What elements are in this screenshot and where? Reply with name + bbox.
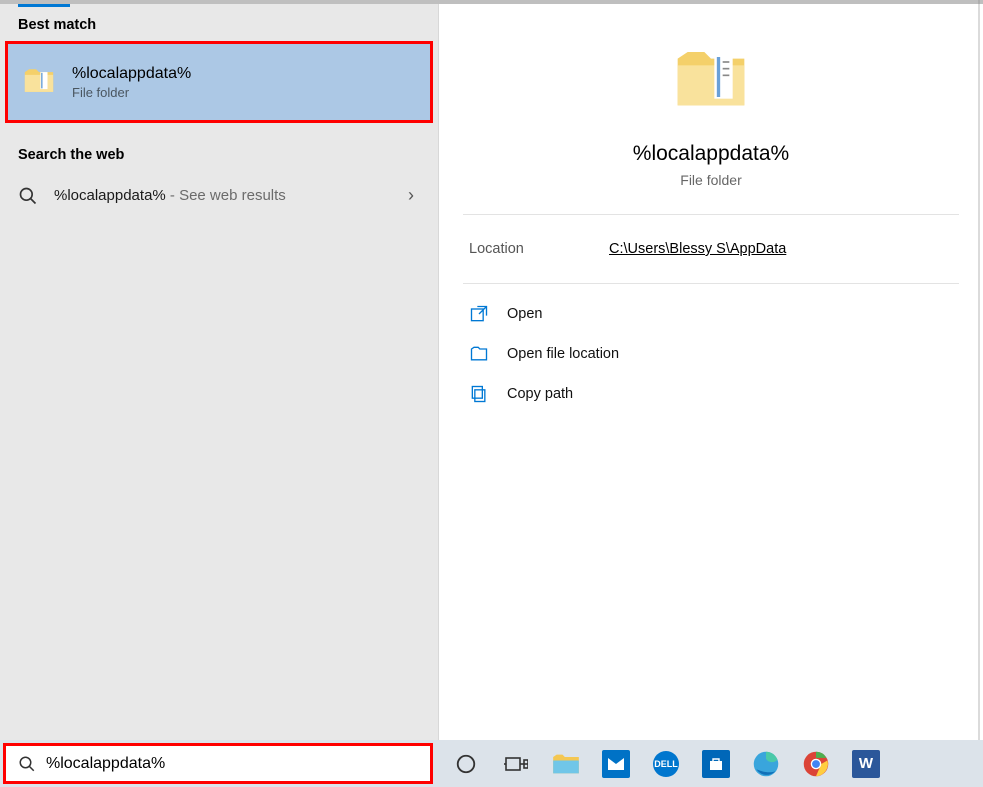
store-icon — [702, 750, 730, 778]
taskbar-apps: DELL W — [433, 740, 891, 787]
web-result-term: %localappdata% — [54, 187, 166, 204]
open-label: Open — [507, 306, 542, 322]
open-action[interactable]: Open — [469, 294, 953, 334]
best-match-title: %localappdata% — [72, 65, 191, 83]
folder-icon — [671, 42, 751, 122]
mail-icon — [602, 750, 630, 778]
open-icon — [469, 304, 489, 324]
chrome-icon — [802, 750, 830, 778]
preview-subtitle: File folder — [680, 172, 741, 188]
edge-icon — [752, 750, 780, 778]
search-icon — [18, 186, 38, 206]
web-result-suffix: - See web results — [166, 187, 286, 204]
dell-icon: DELL — [653, 751, 679, 777]
word-button[interactable]: W — [841, 740, 891, 787]
open-location-label: Open file location — [507, 346, 619, 362]
location-label: Location — [469, 241, 609, 257]
location-row: Location C:\Users\Blessy S\AppData — [439, 215, 983, 283]
dell-button[interactable]: DELL — [641, 740, 691, 787]
results-left-pane: Best match %localappdata% File folder Se… — [0, 4, 438, 740]
search-results-panel: Best match %localappdata% File folder Se… — [0, 0, 983, 740]
search-web-header: Search the web — [0, 137, 438, 171]
search-icon — [18, 755, 36, 773]
task-view-icon — [504, 754, 528, 774]
preview-title: %localappdata% — [633, 142, 789, 166]
edge-button[interactable] — [741, 740, 791, 787]
cortana-icon — [455, 753, 477, 775]
chrome-button[interactable] — [791, 740, 841, 787]
web-search-result[interactable]: %localappdata% - See web results › — [0, 171, 438, 220]
best-match-subtitle: File folder — [72, 85, 191, 100]
actions-list: Open Open file location Copy path — [439, 284, 983, 424]
open-location-action[interactable]: Open file location — [469, 334, 953, 374]
location-link[interactable]: C:\Users\Blessy S\AppData — [609, 241, 786, 257]
file-explorer-icon — [552, 752, 580, 776]
task-view-button[interactable] — [491, 740, 541, 787]
folder-location-icon — [469, 344, 489, 364]
search-input[interactable] — [46, 755, 418, 773]
preview-pane: %localappdata% File folder Location C:\U… — [438, 4, 983, 740]
copy-icon — [469, 384, 489, 404]
taskbar-search-box[interactable] — [3, 743, 433, 784]
cortana-button[interactable] — [441, 740, 491, 787]
mail-button[interactable] — [591, 740, 641, 787]
copy-path-label: Copy path — [507, 386, 573, 402]
chevron-right-icon: › — [408, 185, 420, 206]
file-explorer-button[interactable] — [541, 740, 591, 787]
copy-path-action[interactable]: Copy path — [469, 374, 953, 414]
store-button[interactable] — [691, 740, 741, 787]
web-result-text: %localappdata% - See web results — [54, 187, 408, 204]
scrollbar-hint — [978, 0, 980, 741]
preview-header: %localappdata% File folder — [439, 4, 983, 214]
word-icon: W — [852, 750, 880, 778]
taskbar: DELL W — [0, 740, 983, 787]
best-match-result[interactable]: %localappdata% File folder — [5, 41, 433, 123]
best-match-text: %localappdata% File folder — [72, 65, 191, 100]
best-match-header: Best match — [0, 7, 438, 41]
folder-icon — [22, 65, 56, 99]
